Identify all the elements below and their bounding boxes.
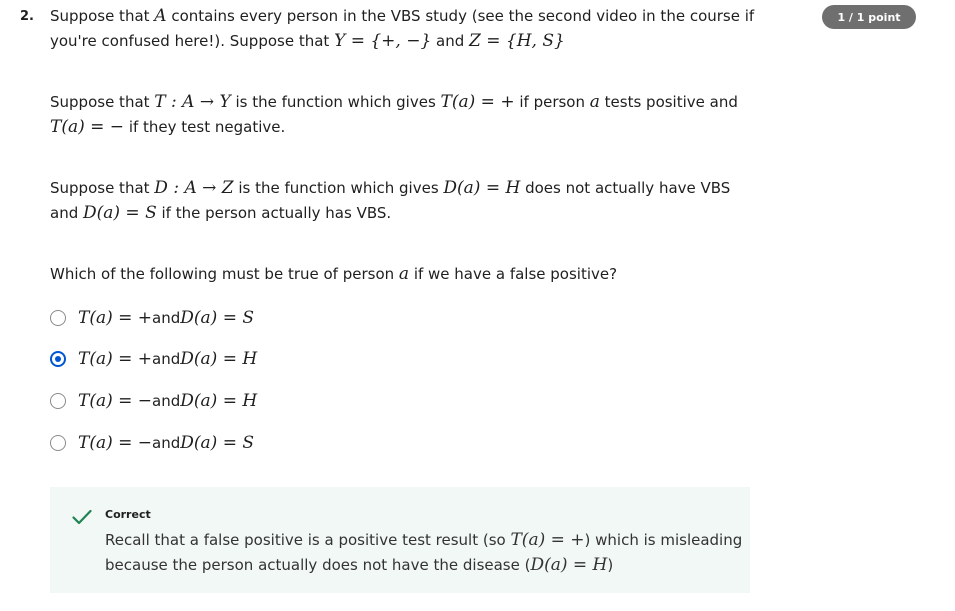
math-t-positive: T(a) = +: [510, 530, 585, 550]
text: tests positive and: [599, 93, 738, 111]
text: Recall that a false positive is a positi…: [105, 531, 511, 549]
math-d-healthy: D(a) = H: [530, 555, 608, 575]
option-d-value: D(a) = H: [180, 349, 258, 369]
question-paragraph-1: Suppose that A contains every person in …: [50, 4, 760, 54]
text: is the function which gives: [233, 179, 444, 197]
math-set-y: Y = {+, −}: [334, 31, 432, 51]
math-function-d: D : A → Z: [154, 178, 234, 198]
option-d-value: D(a) = H: [180, 391, 258, 411]
answer-option-2[interactable]: T(a) = + and D(a) = H: [50, 348, 257, 370]
text: and: [431, 32, 470, 50]
text: if the person actually has VBS.: [156, 204, 392, 222]
text: Suppose that: [50, 7, 155, 25]
math-set-z: Z = {H, S}: [469, 31, 565, 51]
paragraph-2-line-2: T(a) = − if they test negative.: [50, 115, 760, 140]
paragraph-2-line-1: Suppose that T : A → Y is the function w…: [50, 90, 760, 115]
checkmark-icon: [72, 509, 92, 525]
text: and: [152, 434, 181, 452]
radio-button[interactable]: [50, 310, 66, 326]
text: Suppose that: [50, 179, 155, 197]
radio-button[interactable]: [50, 393, 66, 409]
math-d-sick: D(a) = S: [83, 203, 157, 223]
paragraph-3-line-1: Suppose that D : A → Z is the function w…: [50, 176, 760, 201]
text: Suppose that: [50, 93, 155, 111]
question-number: 2.: [20, 9, 34, 24]
paragraph-1-line-2: you're confused here!). Suppose that Y =…: [50, 29, 760, 54]
option-t-value: T(a) = −: [78, 433, 153, 453]
feedback-title: Correct: [105, 508, 151, 521]
option-t-value: T(a) = +: [78, 349, 153, 369]
question-prompt: Which of the following must be true of p…: [50, 262, 760, 287]
paragraph-1-line-1: Suppose that A contains every person in …: [50, 4, 760, 29]
math-var-a: a: [398, 264, 410, 284]
option-t-value: T(a) = +: [78, 308, 153, 328]
feedback-panel: Correct Recall that a false positive is …: [50, 487, 750, 593]
feedback-explanation: Recall that a false positive is a positi…: [105, 528, 745, 578]
text: ): [607, 556, 614, 574]
text: and: [152, 309, 181, 327]
text: contains every person in the VBS study (…: [166, 7, 755, 25]
text: if person: [514, 93, 590, 111]
text: ) which is misleading: [584, 531, 743, 549]
feedback-line-2: because the person actually does not hav…: [105, 553, 745, 578]
question-paragraph-3: Suppose that D : A → Z is the function w…: [50, 176, 760, 226]
text: you're confused here!). Suppose that: [50, 32, 335, 50]
math-d-healthy: D(a) = H: [443, 178, 521, 198]
paragraph-3-line-2: and D(a) = S if the person actually has …: [50, 201, 760, 226]
text: if they test negative.: [124, 118, 286, 136]
feedback-line-1: Recall that a false positive is a positi…: [105, 528, 745, 553]
math-var-a: a: [589, 92, 600, 112]
text: does not actually have VBS: [520, 179, 731, 197]
math-set-a: A: [154, 6, 167, 26]
math-function-t: T : A → Y: [154, 92, 231, 112]
option-t-value: T(a) = −: [78, 391, 153, 411]
text: because the person actually does not hav…: [105, 556, 531, 574]
score-badge: 1 / 1 point: [822, 5, 916, 29]
answer-option-4[interactable]: T(a) = − and D(a) = S: [50, 432, 254, 454]
text: and: [152, 392, 181, 410]
math-t-negative: T(a) = −: [50, 117, 125, 137]
answer-option-3[interactable]: T(a) = − and D(a) = H: [50, 390, 257, 412]
answer-option-1[interactable]: T(a) = + and D(a) = S: [50, 307, 254, 329]
question-paragraph-2: Suppose that T : A → Y is the function w…: [50, 90, 760, 140]
math-t-positive: T(a) = +: [440, 92, 515, 112]
text: and: [152, 350, 181, 368]
text: is the function which gives: [230, 93, 441, 111]
option-d-value: D(a) = S: [180, 308, 255, 328]
text: and: [50, 204, 83, 222]
radio-button[interactable]: [50, 435, 66, 451]
text: if we have a false positive?: [409, 265, 618, 283]
radio-button-selected[interactable]: [50, 351, 66, 367]
text: Which of the following must be true of p…: [50, 265, 399, 283]
option-d-value: D(a) = S: [180, 433, 255, 453]
